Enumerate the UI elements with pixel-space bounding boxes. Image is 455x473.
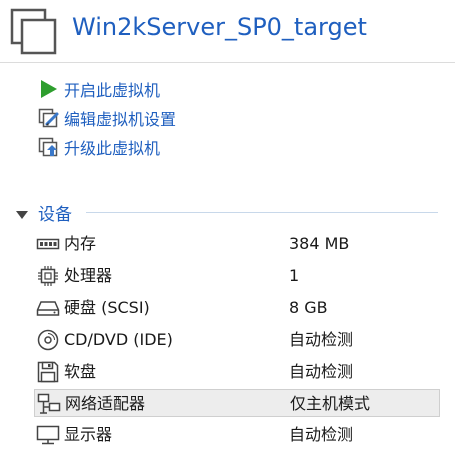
vm-header: Win2kServer_SP0_target — [0, 0, 455, 62]
header-divider — [0, 62, 455, 63]
play-icon — [38, 78, 60, 100]
floppy-icon — [36, 361, 60, 383]
edit-vm-settings-action[interactable]: 编辑虚拟机设置 — [38, 105, 176, 131]
device-value: 384 MB — [289, 234, 350, 253]
network-adapter-icon — [37, 393, 61, 415]
processor-icon — [36, 265, 60, 287]
device-row-memory[interactable]: 内存 384 MB — [34, 230, 440, 258]
vm-title: Win2kServer_SP0_target — [72, 13, 367, 41]
device-value: 自动检测 — [289, 425, 354, 444]
display-icon — [36, 424, 60, 446]
upgrade-icon — [38, 136, 60, 158]
device-row-processor[interactable]: 处理器 1 — [34, 262, 440, 290]
edit-settings-icon — [38, 107, 60, 129]
action-label: 升级此虚拟机 — [64, 139, 161, 158]
device-name: 处理器 — [64, 266, 113, 285]
device-value: 自动检测 — [289, 362, 354, 381]
virtual-machine-icon — [10, 8, 58, 56]
action-label: 开启此虚拟机 — [64, 81, 161, 100]
devices-section-toggle[interactable]: 设备 — [16, 199, 72, 225]
devices-section-title: 设备 — [38, 204, 72, 225]
device-value: 仅主机模式 — [290, 394, 371, 413]
device-row-cd-dvd[interactable]: CD/DVD (IDE) 自动检测 — [34, 326, 440, 354]
memory-icon — [36, 233, 60, 255]
device-value: 1 — [289, 266, 300, 285]
power-on-vm-action[interactable]: 开启此虚拟机 — [38, 76, 160, 102]
device-value: 8 GB — [289, 298, 328, 317]
collapse-triangle-icon — [16, 206, 28, 219]
device-row-network-adapter[interactable]: 网络适配器 仅主机模式 — [34, 389, 440, 417]
hard-disk-icon — [36, 297, 60, 319]
device-row-floppy[interactable]: 软盘 自动检测 — [34, 358, 440, 386]
upgrade-vm-action[interactable]: 升级此虚拟机 — [38, 134, 160, 160]
device-name: 内存 — [64, 234, 97, 253]
cd-dvd-icon — [36, 329, 60, 351]
action-label: 编辑虚拟机设置 — [64, 110, 177, 129]
device-name: 显示器 — [64, 425, 113, 444]
device-row-display[interactable]: 显示器 自动检测 — [34, 421, 440, 449]
device-name: 硬盘 (SCSI) — [64, 298, 150, 317]
section-divider — [86, 212, 438, 213]
device-name: 网络适配器 — [65, 394, 146, 413]
device-name: 软盘 — [64, 362, 97, 381]
device-name: CD/DVD (IDE) — [64, 330, 173, 349]
device-row-hard-disk[interactable]: 硬盘 (SCSI) 8 GB — [34, 294, 440, 322]
device-value: 自动检测 — [289, 330, 354, 349]
